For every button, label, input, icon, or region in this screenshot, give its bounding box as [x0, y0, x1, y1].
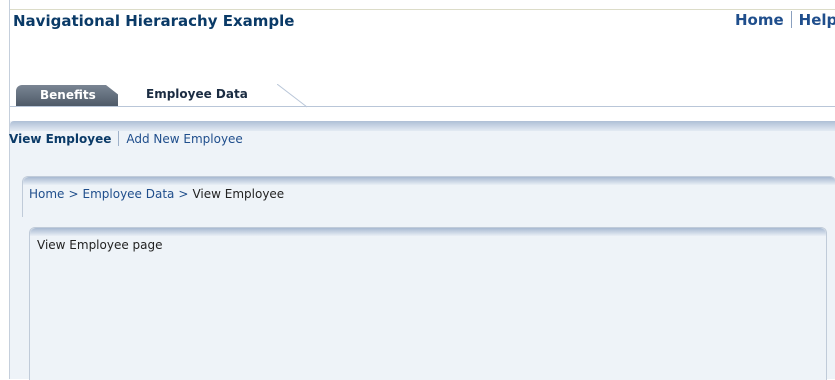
page-content-panel: View Employee page	[29, 227, 827, 380]
page-content-panel-header	[30, 228, 826, 236]
app-title: Navigational Hierarachy Example	[13, 12, 295, 30]
breadcrumb: Home > Employee Data > View Employee	[29, 187, 284, 201]
breadcrumb-separator: >	[178, 187, 189, 201]
link-separator	[790, 11, 792, 28]
subtab-bar: View Employee Add New Employee	[9, 131, 243, 146]
subtab-separator	[118, 131, 120, 146]
page-content-text: View Employee page	[37, 238, 163, 252]
breadcrumb-current: View Employee	[192, 187, 285, 201]
breadcrumb-panel: Home > Employee Data > View Employee	[22, 176, 835, 217]
subtab-add-new-employee[interactable]: Add New Employee	[126, 132, 242, 146]
tab-edge-shadow	[277, 84, 308, 108]
tab-bar: Benefits Employee Data	[10, 84, 835, 121]
home-link[interactable]: Home	[735, 11, 784, 29]
breadcrumb-separator: >	[68, 187, 79, 201]
breadcrumb-panel-header	[23, 177, 835, 185]
tab-employee-data-label: Employee Data	[146, 87, 248, 101]
help-link[interactable]: Help	[799, 11, 835, 29]
content-area-header	[10, 121, 835, 131]
breadcrumb-employee-data-link[interactable]: Employee Data	[83, 187, 175, 201]
global-links: Home Help	[735, 11, 835, 29]
subtab-view-employee[interactable]: View Employee	[9, 132, 111, 146]
breadcrumb-home-link[interactable]: Home	[29, 187, 64, 201]
tab-baseline	[10, 106, 835, 107]
header-top-rule	[10, 9, 835, 10]
tab-benefits-label: Benefits	[40, 88, 96, 102]
tab-benefits[interactable]: Benefits	[16, 85, 134, 107]
